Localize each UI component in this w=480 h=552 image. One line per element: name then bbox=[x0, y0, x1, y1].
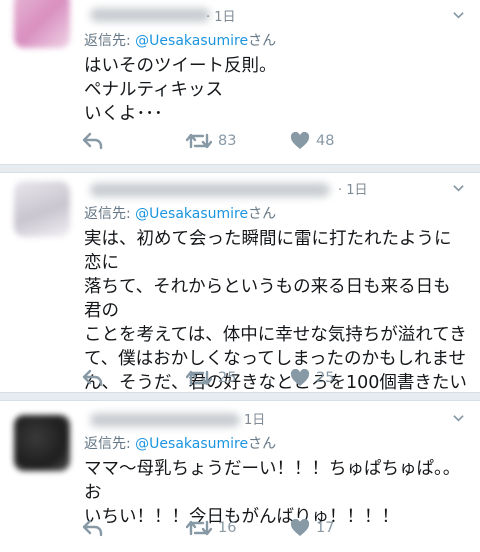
display-name[interactable] bbox=[90, 413, 240, 427]
retweet-icon bbox=[186, 370, 212, 386]
chevron-down-icon[interactable] bbox=[453, 10, 464, 21]
like-button[interactable]: 25 bbox=[290, 369, 334, 387]
like-button[interactable]: 48 bbox=[290, 132, 334, 150]
like-count: 25 bbox=[316, 370, 335, 386]
reply-context: 返信先: @Uesakasumireさん bbox=[84, 30, 276, 50]
retweet-icon bbox=[186, 520, 212, 536]
tweet[interactable]: · 1日 返信先: @Uesakasumireさん 実は、初めて会った瞬間に雷に… bbox=[0, 173, 480, 441]
reply-handle-link[interactable]: @Uesakasumire bbox=[135, 436, 248, 452]
like-icon bbox=[290, 132, 310, 149]
reply-suffix: さん bbox=[248, 206, 277, 222]
reply-button[interactable] bbox=[82, 369, 104, 387]
reply-label: 返信先: bbox=[84, 33, 136, 49]
tweet[interactable]: · 1日 返信先: @Uesakasumireさん はいそのツイート反則。 ペナ… bbox=[0, 0, 480, 165]
like-count: 48 bbox=[316, 133, 335, 149]
retweet-button[interactable]: 16 bbox=[186, 519, 236, 537]
timestamp[interactable]: 1日 bbox=[244, 409, 265, 428]
reply-button[interactable] bbox=[82, 519, 104, 537]
reply-handle-link[interactable]: @Uesakasumire bbox=[135, 33, 248, 49]
like-icon bbox=[290, 369, 310, 386]
timestamp[interactable]: · 1日 bbox=[338, 179, 368, 198]
reply-icon bbox=[82, 519, 103, 537]
like-icon bbox=[290, 519, 310, 536]
reply-suffix: さん bbox=[248, 436, 277, 452]
reply-button[interactable] bbox=[82, 132, 104, 150]
tweet-actions: 16 17 bbox=[82, 519, 462, 543]
tweet-separator bbox=[0, 392, 480, 401]
tweet-actions: 25 25 bbox=[82, 369, 462, 393]
chevron-down-icon[interactable] bbox=[453, 183, 464, 194]
retweet-icon bbox=[186, 133, 212, 149]
tweet[interactable]: 1日 返信先: @Uesakasumireさん ママ〜母乳ちょうだーい！！！ちゅ… bbox=[0, 401, 480, 552]
tweet-text: はいそのツイート反則。 ペナルティキッス いくよ･･･ bbox=[84, 56, 277, 124]
reply-label: 返信先: bbox=[84, 206, 136, 222]
avatar[interactable] bbox=[14, 0, 70, 48]
timestamp[interactable]: · 1日 bbox=[206, 6, 236, 25]
display-name[interactable] bbox=[90, 183, 330, 197]
tweet-separator bbox=[0, 164, 480, 173]
retweet-count: 83 bbox=[218, 133, 237, 149]
reply-suffix: さん bbox=[248, 33, 277, 49]
retweet-count: 16 bbox=[218, 520, 237, 536]
retweet-count: 25 bbox=[218, 370, 237, 386]
reply-label: 返信先: bbox=[84, 436, 136, 452]
chevron-down-icon[interactable] bbox=[453, 413, 464, 424]
like-button[interactable]: 17 bbox=[290, 519, 334, 537]
like-count: 17 bbox=[316, 520, 335, 536]
reply-context: 返信先: @Uesakasumireさん bbox=[84, 433, 276, 453]
retweet-button[interactable]: 83 bbox=[186, 132, 236, 150]
retweet-button[interactable]: 25 bbox=[186, 369, 236, 387]
reply-context: 返信先: @Uesakasumireさん bbox=[84, 203, 276, 223]
display-name[interactable] bbox=[90, 8, 210, 22]
reply-icon bbox=[82, 369, 103, 387]
reply-handle-link[interactable]: @Uesakasumire bbox=[135, 206, 248, 222]
tweet-actions: 83 48 bbox=[82, 132, 462, 156]
avatar[interactable] bbox=[14, 415, 70, 471]
avatar[interactable] bbox=[14, 181, 70, 237]
reply-icon bbox=[82, 132, 103, 150]
